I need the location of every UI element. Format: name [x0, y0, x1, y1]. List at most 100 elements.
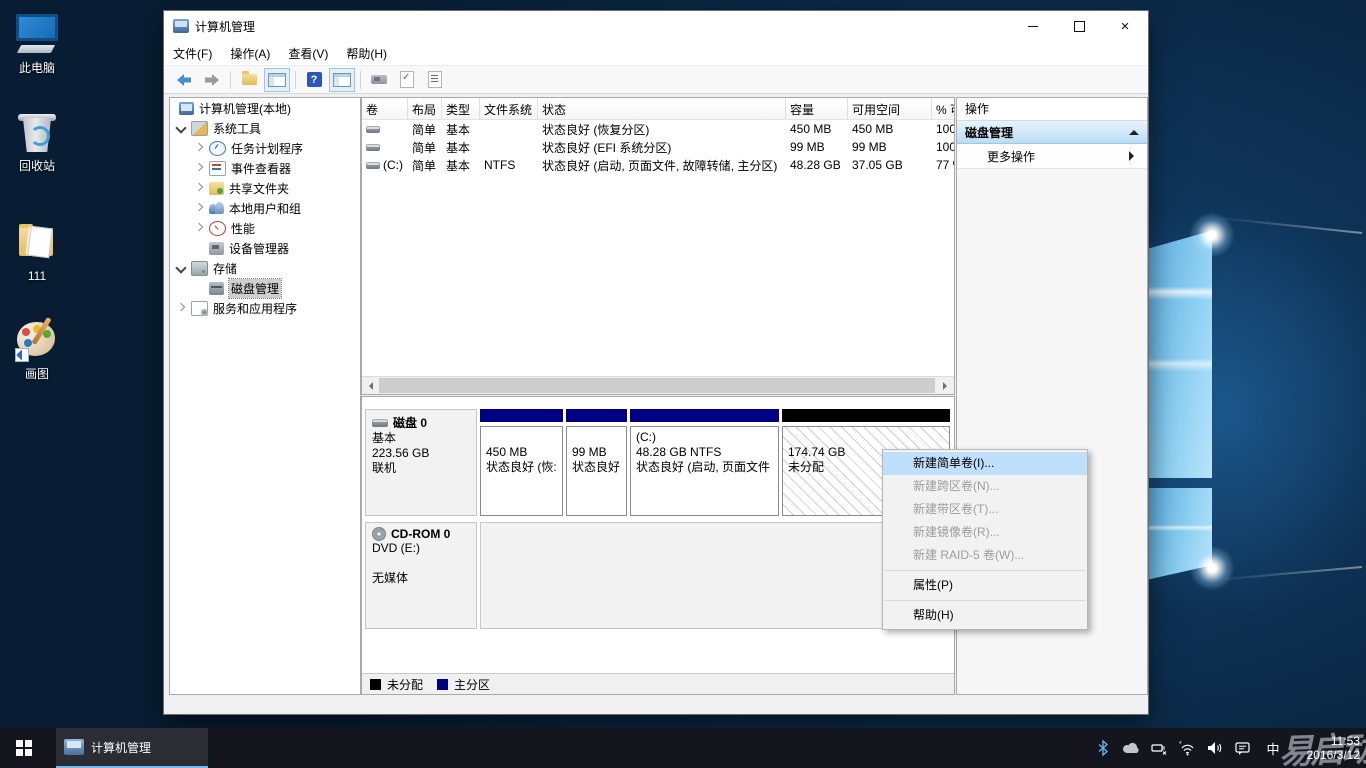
back-button[interactable] [171, 68, 197, 92]
notification-message-icon[interactable] [1234, 739, 1252, 757]
column-header-status[interactable]: 状态 [538, 98, 786, 119]
desktop-icon-paint[interactable]: 画图 [6, 318, 68, 382]
tree-item-task-scheduler[interactable]: 任务计划程序 [170, 138, 360, 158]
tree-item-device-manager[interactable]: 设备管理器 [170, 238, 360, 258]
tree-item-label: 计算机管理(本地) [199, 100, 291, 117]
table-row[interactable]: 简单 基本 状态良好 (恢复分区) 450 MB 450 MB 100 % [362, 120, 954, 138]
clock-date: 2016/3/12 [1307, 748, 1360, 762]
partition-efi[interactable]: 99 MB 状态良好 [566, 409, 627, 516]
disk0-kind: 基本 [372, 431, 470, 446]
column-header-filesystem[interactable]: 文件系统 [480, 98, 538, 119]
task-list-button[interactable] [422, 68, 448, 92]
device-manager-icon [209, 242, 224, 255]
tree-item-label: 任务计划程序 [231, 140, 303, 157]
menu-file[interactable]: 文件(F) [164, 45, 221, 62]
scroll-right-arrow[interactable] [937, 377, 954, 394]
forward-arrow-icon [204, 73, 220, 87]
tree-item-label: 存储 [213, 260, 237, 277]
partition-recovery[interactable]: 450 MB 状态良好 (恢: [480, 409, 563, 516]
disk0-label-cell[interactable]: 磁盘 0 基本 223.56 GB 联机 [365, 409, 477, 516]
menu-item-properties[interactable]: 属性(P) [883, 574, 1087, 597]
performance-icon [209, 221, 226, 236]
title-bar[interactable]: 计算机管理 × [164, 11, 1148, 41]
scroll-left-arrow[interactable] [362, 377, 379, 394]
column-header-percent-free[interactable]: % 可用 [932, 98, 955, 119]
device-tool-button[interactable] [366, 68, 392, 92]
taskbar-task-computer-management[interactable]: 计算机管理 [56, 728, 208, 768]
column-header-volume[interactable]: 卷 [362, 98, 408, 119]
actions-section-disk-management[interactable]: 磁盘管理 [957, 121, 1147, 144]
tree-item-services-applications[interactable]: 服务和应用程序 [170, 298, 360, 318]
onedrive-cloud-icon[interactable] [1122, 739, 1140, 757]
column-header-layout[interactable]: 布局 [408, 98, 442, 119]
wifi-icon[interactable]: * [1178, 739, 1196, 757]
chevron-right-icon[interactable] [194, 223, 204, 233]
desktop-icon-folder-111[interactable]: 111 [6, 222, 68, 283]
chevron-right-icon[interactable] [194, 203, 204, 213]
scrollbar-thumb[interactable] [379, 378, 935, 393]
taskbar-clock[interactable]: 11:53 2016/3/12 [1294, 734, 1360, 762]
volume-speaker-icon[interactable] [1206, 739, 1224, 757]
minimize-icon [1028, 26, 1038, 27]
horizontal-scrollbar[interactable] [362, 376, 954, 394]
collapse-arrow-icon[interactable] [1129, 125, 1139, 135]
desktop-icon-recycle-bin[interactable]: 回收站 [6, 110, 68, 174]
maximize-button[interactable] [1056, 11, 1102, 41]
toolbar-separator [230, 71, 231, 89]
more-actions-item[interactable]: 更多操作 [957, 144, 1147, 169]
desktop-icon-label: 此电脑 [6, 59, 68, 76]
show-console-tree-button[interactable] [264, 68, 290, 92]
tree-item-label: 共享文件夹 [229, 180, 289, 197]
up-level-button[interactable] [236, 68, 262, 92]
disk-icon [209, 282, 224, 295]
check-task-button[interactable] [394, 68, 420, 92]
desktop-icon-label: 画图 [6, 365, 68, 382]
menu-action[interactable]: 操作(A) [221, 45, 279, 62]
chevron-down-icon[interactable] [176, 263, 186, 273]
tree-item-root[interactable]: 计算机管理(本地) [170, 98, 360, 118]
column-header-type[interactable]: 类型 [442, 98, 480, 119]
cdrom-media-state: 无媒体 [372, 571, 470, 586]
start-button[interactable] [0, 728, 48, 768]
chevron-right-icon[interactable] [194, 163, 204, 173]
chevron-right-icon[interactable] [194, 143, 204, 153]
menu-item-new-simple-volume[interactable]: 新建简单卷(I)... [883, 452, 1087, 475]
column-header-capacity[interactable]: 容量 [786, 98, 848, 119]
table-row[interactable]: 简单 基本 状态良好 (EFI 系统分区) 99 MB 99 MB 100 % [362, 138, 954, 156]
usb-device-icon[interactable] [1150, 739, 1168, 757]
column-header-free-space[interactable]: 可用空间 [848, 98, 932, 119]
show-action-pane-button[interactable] [329, 68, 355, 92]
services-icon [191, 301, 208, 316]
tree-item-disk-management[interactable]: 磁盘管理 [170, 278, 360, 298]
table-row[interactable]: (C:) 简单 基本 NTFS 状态良好 (启动, 页面文件, 故障转储, 主分… [362, 156, 954, 174]
minimize-button[interactable] [1010, 11, 1056, 41]
tree-item-local-users-groups[interactable]: 本地用户和组 [170, 198, 360, 218]
forward-button[interactable] [199, 68, 225, 92]
partition-c[interactable]: (C:) 48.28 GB NTFS 状态良好 (启动, 页面文件 [630, 409, 779, 516]
tree-item-shared-folders[interactable]: 共享文件夹 [170, 178, 360, 198]
menu-view[interactable]: 查看(V) [279, 45, 337, 62]
menu-item-new-raid5-volume: 新建 RAID-5 卷(W)... [883, 544, 1087, 567]
tree-item-storage[interactable]: 存储 [170, 258, 360, 278]
cdrom-media-cell[interactable] [480, 522, 950, 629]
menu-item-help[interactable]: 帮助(H) [883, 604, 1087, 627]
chevron-right-icon[interactable] [194, 183, 204, 193]
toolbar-separator [360, 71, 361, 89]
help-button[interactable]: ? [301, 68, 327, 92]
disk0-state: 联机 [372, 461, 470, 476]
context-menu: 新建简单卷(I)... 新建跨区卷(N)... 新建带区卷(T)... 新建镜像… [882, 449, 1088, 630]
bluetooth-icon[interactable] [1094, 739, 1112, 757]
chevron-right-icon[interactable] [176, 303, 186, 313]
wallpaper-glow-star [1189, 545, 1235, 591]
ime-language-indicator[interactable]: 中 [1262, 739, 1284, 758]
menu-help[interactable]: 帮助(H) [337, 45, 396, 62]
desktop: 此电脑 回收站 111 画图 计算机管理 × 文件(F) 操作(A) 查看(V)… [0, 0, 1366, 768]
close-button[interactable]: × [1102, 11, 1148, 41]
tree-item-system-tools[interactable]: 系统工具 [170, 118, 360, 138]
cdrom-label-cell[interactable]: CD-ROM 0 DVD (E:) 无媒体 [365, 522, 477, 629]
desktop-icon-this-pc[interactable]: 此电脑 [6, 12, 68, 76]
chevron-down-icon[interactable] [176, 123, 186, 133]
tree-item-event-viewer[interactable]: 事件查看器 [170, 158, 360, 178]
tree-item-performance[interactable]: 性能 [170, 218, 360, 238]
shared-folder-icon [209, 182, 224, 195]
